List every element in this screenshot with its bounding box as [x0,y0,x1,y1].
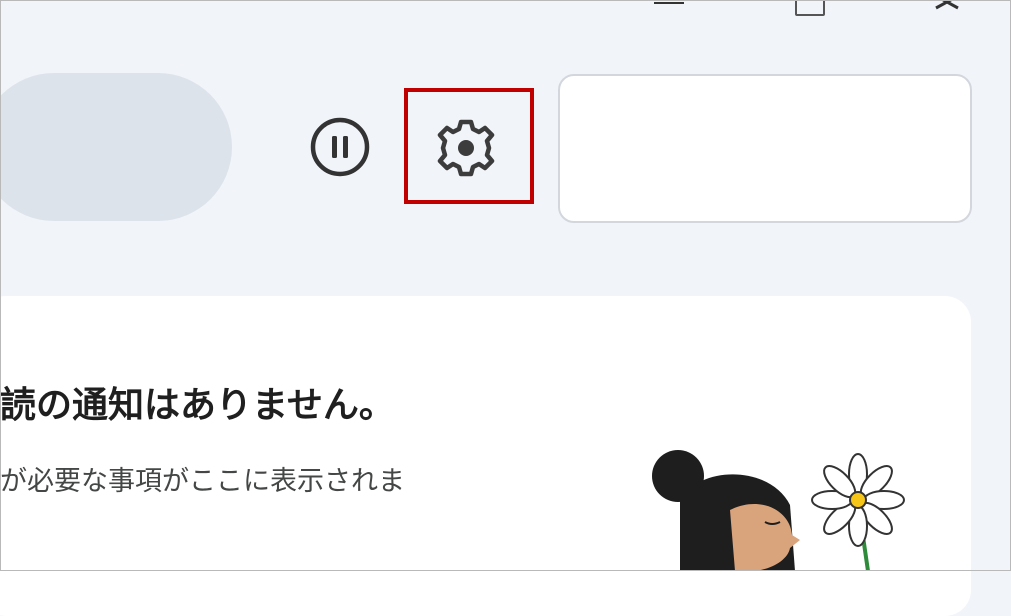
settings-button[interactable] [426,108,506,188]
close-icon[interactable] [928,0,968,18]
pause-button[interactable] [308,115,372,179]
gear-icon [437,119,495,177]
account-panel[interactable] [558,74,972,223]
empty-state-title: 読の通知はありません。 [0,385,395,426]
pause-circle-icon [310,117,370,177]
minimize-icon[interactable] [654,0,684,4]
empty-state-illustration [652,450,905,571]
empty-state-subtitle: が必要な事項がここに表示されま [0,466,405,497]
search-bar[interactable] [0,73,232,221]
maximize-icon[interactable] [795,0,825,16]
